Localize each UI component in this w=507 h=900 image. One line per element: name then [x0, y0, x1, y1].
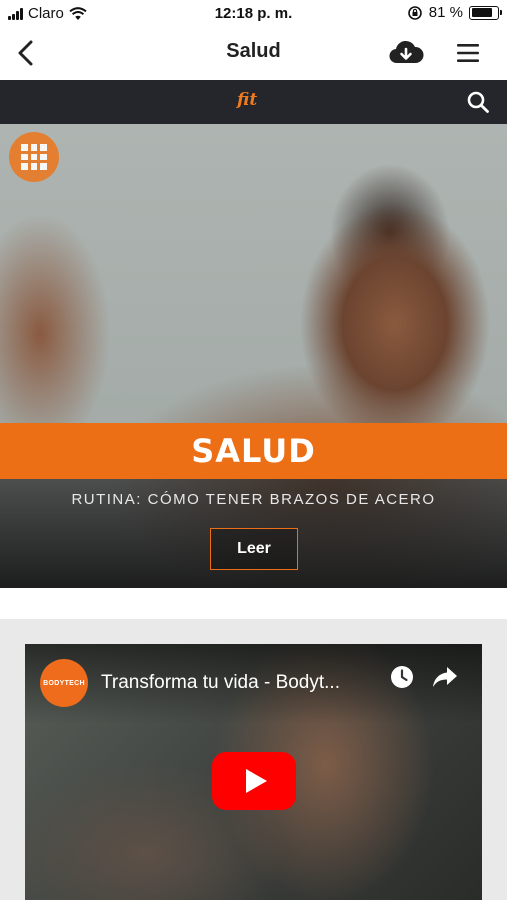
status-right: 81 %: [407, 4, 502, 21]
cloud-download-icon[interactable]: [388, 38, 424, 68]
rotation-lock-icon: [407, 5, 422, 20]
youtube-play-icon[interactable]: [212, 752, 296, 810]
status-bar: Claro 12:18 p. m. 81 %: [0, 0, 507, 28]
video-section: BODYTECH Transforma tu vida - Bodyt...: [0, 619, 507, 900]
youtube-video[interactable]: BODYTECH Transforma tu vida - Bodyt...: [25, 644, 482, 900]
share-icon[interactable]: [431, 665, 459, 689]
grid-menu-button[interactable]: [9, 132, 59, 182]
article-title[interactable]: RUTINA: CÓMO TENER BRAZOS DE ACERO: [0, 491, 507, 508]
category-label: SALUD: [191, 432, 316, 470]
page-title: Salud: [226, 40, 281, 62]
brand-bar: fit: [0, 80, 507, 124]
search-icon[interactable]: [466, 90, 490, 114]
hero-article[interactable]: SALUD RUTINA: CÓMO TENER BRAZOS DE ACERO…: [0, 124, 507, 588]
battery-percent: 81 %: [428, 4, 463, 21]
category-banner: SALUD: [0, 423, 507, 479]
grid-icon: [21, 144, 47, 170]
video-title[interactable]: Transforma tu vida - Bodyt...: [101, 672, 381, 694]
battery-fill: [471, 8, 492, 17]
fit-logo[interactable]: fit: [233, 88, 271, 116]
app-header: Salud: [0, 28, 507, 78]
logo-text: fit: [237, 90, 258, 110]
read-button[interactable]: Leer: [210, 528, 298, 570]
channel-name: BODYTECH: [43, 679, 85, 687]
battery-icon: [469, 5, 502, 20]
channel-avatar[interactable]: BODYTECH: [40, 659, 88, 707]
hamburger-menu-icon[interactable]: [455, 40, 481, 66]
watch-later-icon[interactable]: [389, 664, 415, 690]
